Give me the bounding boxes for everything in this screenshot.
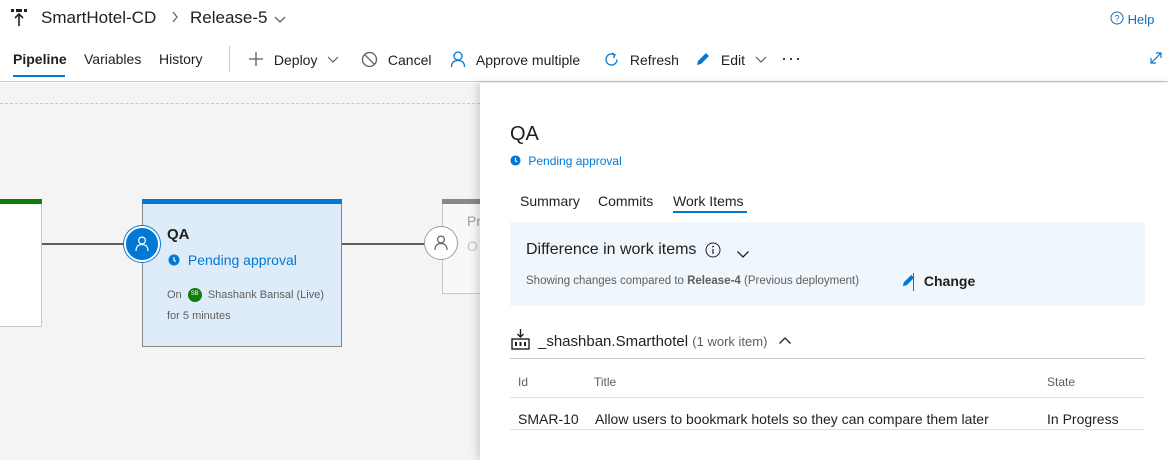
help-link[interactable]: ? Help xyxy=(1110,11,1154,28)
refresh-icon xyxy=(603,51,620,71)
expand-icon[interactable] xyxy=(1148,50,1164,71)
stage-connector xyxy=(42,243,126,245)
pencil-icon xyxy=(695,51,711,70)
panel-title: QA xyxy=(510,123,539,145)
compare-release-name: Release-4 xyxy=(687,275,741,287)
approver-icon xyxy=(434,235,448,256)
pencil-icon xyxy=(901,273,916,291)
stage-agent-line: On SB Shashank Bansal (Live) xyxy=(167,288,324,302)
column-header-title[interactable]: Title xyxy=(594,375,616,389)
breadcrumb-chevron-icon xyxy=(170,9,180,30)
subtab-commits[interactable]: Commits xyxy=(598,193,653,209)
deploy-chevron-icon xyxy=(327,51,339,67)
comparison-suffix: (Previous deployment) xyxy=(744,275,860,287)
on-label: On xyxy=(167,288,182,301)
work-items-diff-box: Difference in work items Showing changes… xyxy=(510,222,1145,306)
clock-icon xyxy=(510,155,521,169)
panel-status-label: Pending approval xyxy=(528,154,622,168)
release-dropdown-chevron-icon[interactable] xyxy=(273,12,287,30)
stage-connector xyxy=(342,243,426,245)
subtab-work-items[interactable]: Work Items xyxy=(673,193,744,209)
next-stage-name: Pr xyxy=(467,213,481,229)
svg-text:?: ? xyxy=(1114,14,1119,24)
work-item-state: In Progress xyxy=(1047,411,1119,427)
help-label: Help xyxy=(1127,12,1155,28)
stage-status: Pending approval xyxy=(168,252,297,269)
clock-icon xyxy=(168,253,180,269)
work-item-title[interactable]: Allow users to bookmark hotels so they c… xyxy=(595,411,989,427)
edit-label: Edit xyxy=(720,52,746,68)
stage-card-previous[interactable] xyxy=(0,199,42,327)
table-row[interactable]: SMAR-10 Allow users to bookmark hotels s… xyxy=(510,398,1145,430)
column-header-id[interactable]: Id xyxy=(518,375,528,389)
comparison-prefix: Showing changes compared to xyxy=(526,275,684,287)
stage-status-label: Pending approval xyxy=(187,252,297,268)
comparison-text: Showing changes compared to Release-4 (P… xyxy=(526,275,859,287)
stage-card-qa[interactable]: QA Pending approval On SB Shashank Bansa… xyxy=(142,199,342,347)
pipeline-canvas: QA Pending approval On SB Shashank Bansa… xyxy=(0,83,502,460)
agent-name: Shashank Bansal (Live) xyxy=(207,288,324,301)
header: SmartHotel-CD Release-5 ? Help xyxy=(0,0,1168,38)
agent-initials: SB xyxy=(190,291,199,297)
plus-icon xyxy=(248,51,264,70)
deploy-label: Deploy xyxy=(273,52,318,68)
pre-deployment-approval-button[interactable] xyxy=(124,226,160,262)
help-icon: ? xyxy=(1110,11,1124,28)
edit-button[interactable]: Edit xyxy=(695,51,767,70)
work-item-id[interactable]: SMAR-10 xyxy=(518,411,579,427)
canvas-divider xyxy=(0,103,480,104)
more-options-button[interactable]: ··· xyxy=(781,48,802,69)
release-pipeline-icon xyxy=(10,8,28,33)
release-name-link[interactable]: Release-5 xyxy=(190,8,268,28)
person-icon xyxy=(450,51,466,71)
stage-status-bar-pending xyxy=(142,199,342,204)
cancel-icon xyxy=(361,51,378,71)
stage-status-bar-succeeded xyxy=(0,199,42,204)
approve-multiple-button[interactable]: Approve multiple xyxy=(450,51,580,71)
active-subtab-indicator xyxy=(673,211,747,213)
approve-multiple-label: Approve multiple xyxy=(475,52,581,68)
toolbar-divider xyxy=(229,46,230,72)
tab-history[interactable]: History xyxy=(159,51,203,67)
agent-avatar: SB xyxy=(187,288,202,302)
artifact-count: (1 work item) xyxy=(692,334,768,349)
subtab-summary[interactable]: Summary xyxy=(520,193,580,209)
stage-details-panel: QA Pending approval Summary Commits Work… xyxy=(480,83,1168,460)
deploy-button[interactable]: Deploy xyxy=(248,51,339,70)
pipeline-name-link[interactable]: SmartHotel-CD xyxy=(41,8,156,28)
refresh-button[interactable]: Refresh xyxy=(603,51,679,71)
column-header-state[interactable]: State xyxy=(1047,375,1075,389)
table-header-divider xyxy=(510,397,1145,398)
tab-variables[interactable]: Variables xyxy=(84,51,141,67)
build-artifact-icon xyxy=(511,328,530,355)
diff-title: Difference in work items xyxy=(526,241,697,258)
cancel-label: Cancel xyxy=(387,52,432,68)
edit-chevron-icon xyxy=(755,51,767,67)
change-button[interactable]: Change xyxy=(901,273,975,291)
stage-duration: for 5 minutes xyxy=(167,310,231,322)
cancel-button[interactable]: Cancel xyxy=(361,51,431,71)
next-stage-approval-button[interactable] xyxy=(424,226,458,260)
table-row-divider xyxy=(510,429,1145,430)
stage-name: QA xyxy=(167,226,190,243)
artifact-name: _shashban.Smarthotel xyxy=(538,333,689,350)
tab-pipeline[interactable]: Pipeline xyxy=(13,51,67,67)
diff-collapse-chevron-icon[interactable] xyxy=(736,246,750,264)
refresh-label: Refresh xyxy=(629,52,679,68)
artifact-collapse-chevron-icon xyxy=(778,332,792,349)
release-view: SmartHotel-CD Release-5 ? Help Pipeline … xyxy=(0,0,1168,460)
approver-icon xyxy=(135,236,149,257)
artifact-header[interactable]: _shashban.Smarthotel (1 work item) xyxy=(538,332,792,350)
toolbar: Pipeline Variables History Deploy Cancel… xyxy=(0,38,1168,82)
change-label: Change xyxy=(923,273,976,289)
artifact-divider xyxy=(510,358,1145,359)
panel-status: Pending approval xyxy=(510,154,622,169)
info-icon[interactable] xyxy=(705,242,721,263)
next-stage-status: O xyxy=(467,238,478,254)
active-tab-indicator xyxy=(13,75,65,77)
